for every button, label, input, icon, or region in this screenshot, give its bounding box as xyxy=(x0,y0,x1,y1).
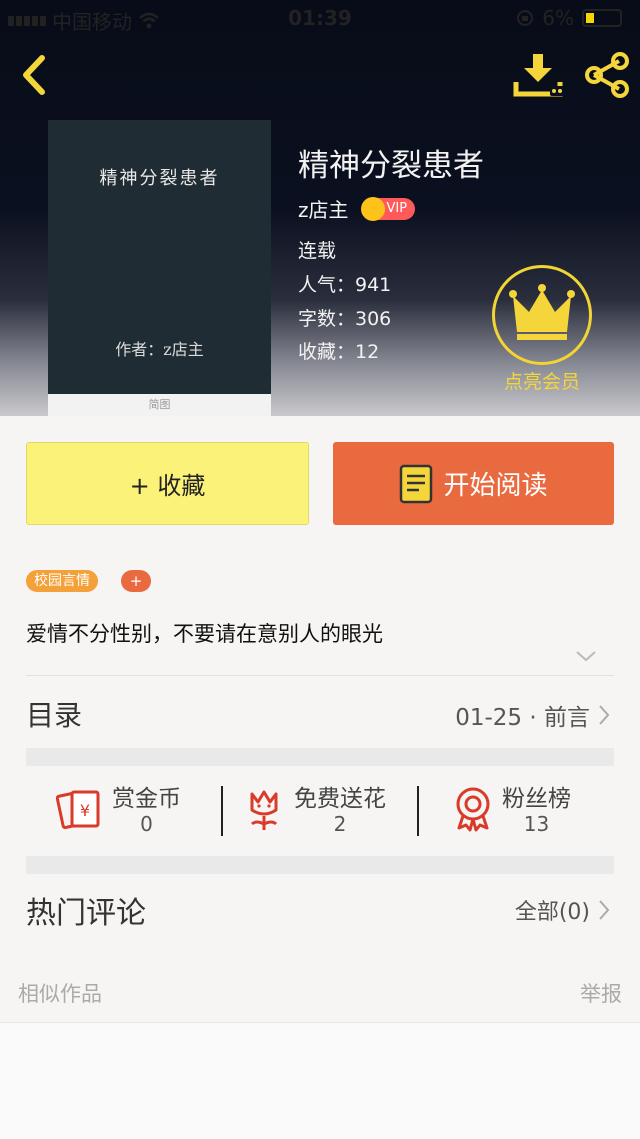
cover-caption: 简图 xyxy=(48,394,271,416)
popularity: 人气：941 xyxy=(298,274,392,296)
battery-icon xyxy=(582,9,622,27)
all-comments-link[interactable]: 全部(0) xyxy=(515,894,610,926)
membership-button[interactable]: 点亮会员 xyxy=(492,265,592,393)
crown-circle xyxy=(492,265,592,365)
favorite-count: 收藏：12 xyxy=(298,341,380,363)
report-link[interactable]: 举报 xyxy=(580,978,622,1008)
stat-fans[interactable]: 粉丝榜 13 xyxy=(452,786,571,836)
svg-text:¥: ¥ xyxy=(80,801,90,820)
section-separator xyxy=(26,856,614,874)
stat-separator xyxy=(221,786,223,836)
book-title: 精神分裂患者 xyxy=(298,148,484,184)
similar-works-area xyxy=(0,1022,640,1139)
stat-flowers-label: 免费送花 xyxy=(294,786,386,812)
orientation-lock-icon xyxy=(517,10,534,26)
start-reading-label: 开始阅读 xyxy=(443,471,548,501)
hot-comments-title: 热门评论 xyxy=(26,896,146,931)
red-envelope-icon: ¥ xyxy=(56,790,100,830)
toc-title[interactable]: 目录 xyxy=(26,694,82,734)
stat-flowers-value: 2 xyxy=(333,812,347,836)
crown-icon xyxy=(509,284,575,340)
stat-coins-value: 0 xyxy=(140,812,153,836)
vip-crown-icon xyxy=(360,196,385,221)
chevron-down-icon[interactable] xyxy=(574,648,598,664)
toc-latest-chapter[interactable]: 01-25 · 前言 xyxy=(455,698,610,732)
medal-icon xyxy=(456,787,490,832)
stat-fans-value: 13 xyxy=(523,812,550,836)
status-right: 6% xyxy=(516,6,622,30)
author-name[interactable]: z店主 xyxy=(298,194,349,223)
start-reading-button[interactable]: 开始阅读 xyxy=(333,442,614,525)
book-icon xyxy=(400,464,433,503)
battery-percent: 6% xyxy=(542,6,574,30)
stat-flowers[interactable]: 免费送花 2 xyxy=(244,786,386,836)
stat-coins-label: 赏金币 xyxy=(112,786,181,812)
word-count: 字数：306 xyxy=(298,308,392,330)
book-cover[interactable]: 精神分裂患者 作者：z店主 简图 xyxy=(48,120,271,416)
section-separator xyxy=(26,748,614,766)
stat-separator xyxy=(417,786,419,836)
collect-button[interactable]: + 收藏 xyxy=(26,442,309,525)
vip-badge: VIP xyxy=(360,196,416,221)
latest-chapter-label: 01-25 · 前言 xyxy=(455,705,590,731)
genre-tag[interactable]: 校园言情 xyxy=(26,570,98,592)
book-description: 爱情不分性别，不要请在意别人的眼光 xyxy=(26,622,383,646)
all-comments-label: 全部(0) xyxy=(514,900,590,925)
divider xyxy=(26,675,614,676)
chevron-right-icon xyxy=(599,900,610,920)
similar-works-title: 相似作品 xyxy=(18,982,102,1006)
cover-author: 作者：z店主 xyxy=(115,340,204,359)
status-bar: 中国移动 01:39 6% xyxy=(0,0,640,36)
download-icon[interactable] xyxy=(512,52,564,98)
chevron-right-icon xyxy=(599,705,610,725)
membership-label: 点亮会员 xyxy=(503,371,580,393)
flower-icon xyxy=(250,790,278,830)
add-tag-button[interactable]: + xyxy=(121,570,151,592)
vip-label: VIP xyxy=(386,201,408,216)
back-arrow-icon[interactable] xyxy=(14,50,54,100)
stat-fans-label: 粉丝榜 xyxy=(502,786,571,812)
author-row: z店主 VIP xyxy=(298,194,416,223)
stat-coins[interactable]: ¥ 赏金币 0 xyxy=(56,786,181,836)
share-icon[interactable] xyxy=(584,52,630,98)
serial-status: 连载 xyxy=(298,240,337,262)
cover-title: 精神分裂患者 xyxy=(99,168,220,189)
